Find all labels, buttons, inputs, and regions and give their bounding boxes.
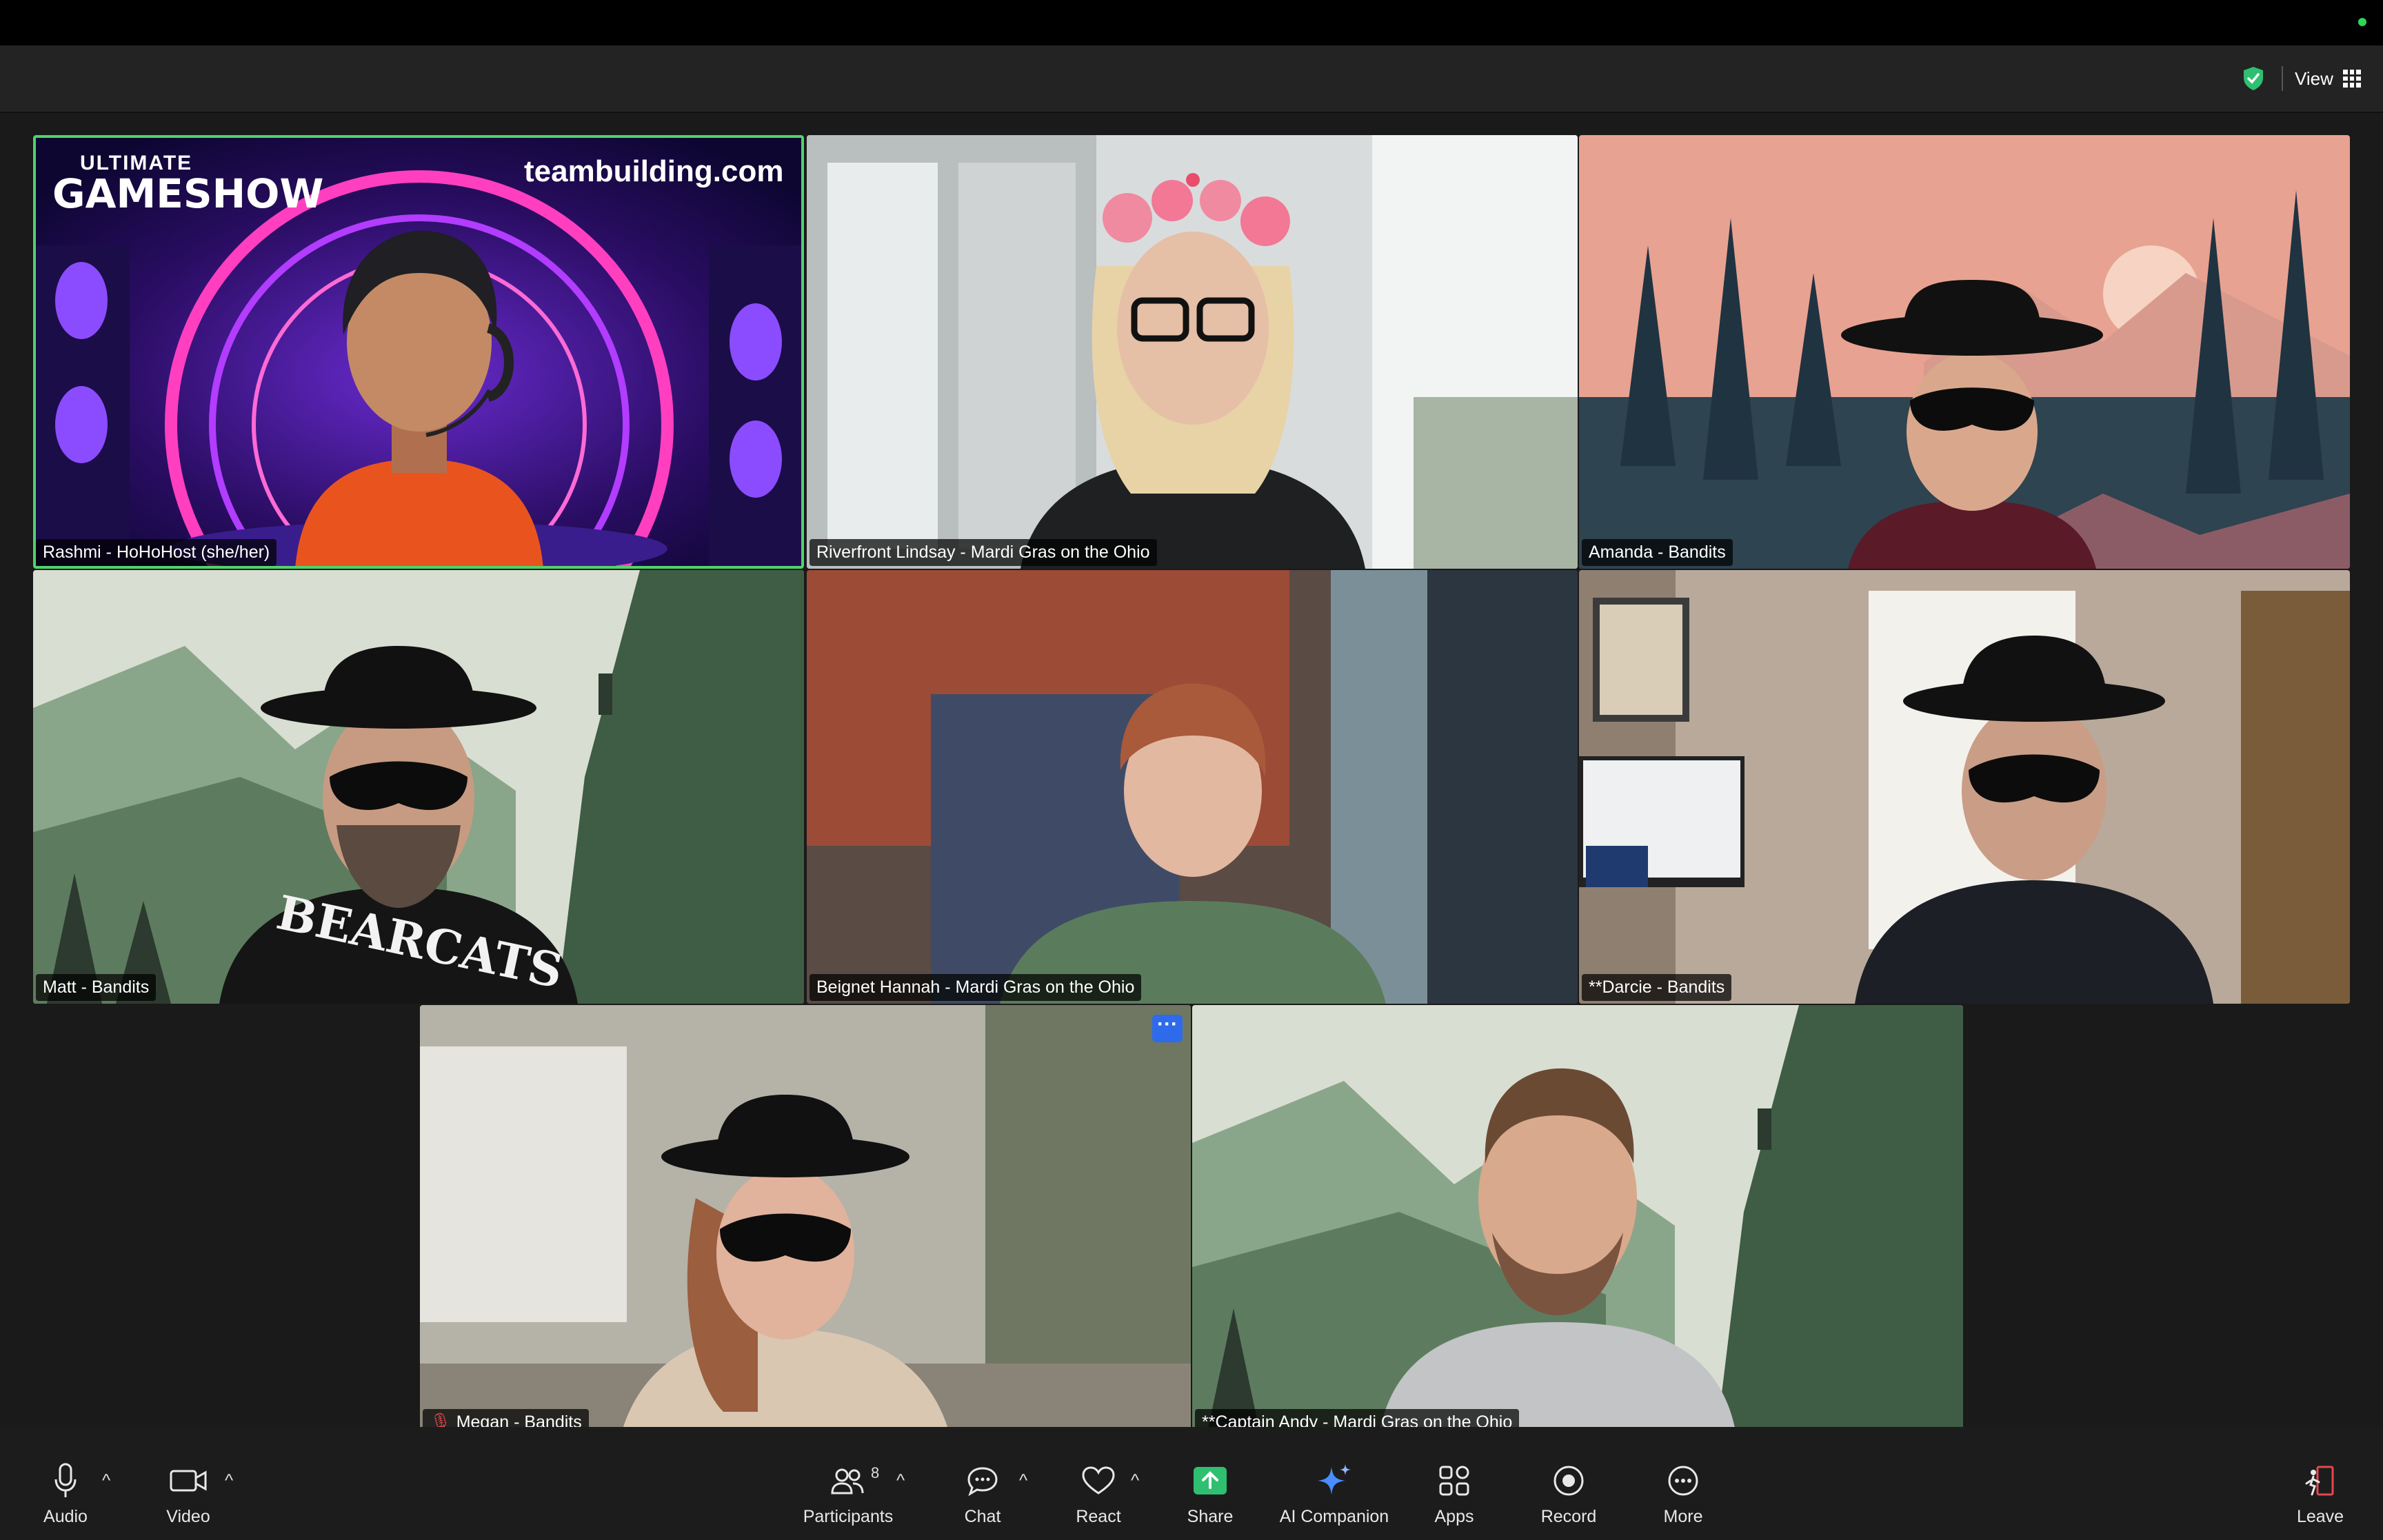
record-label: Record — [1540, 1507, 1597, 1526]
participant-figure — [620, 1095, 951, 1439]
view-button[interactable]: View — [2295, 63, 2361, 94]
microphone-icon — [54, 1463, 77, 1497]
participant-name-tag: Rashmi - HoHoHost (she/her) — [36, 539, 277, 566]
sparkle-icon — [1318, 1464, 1351, 1495]
chat-options-caret[interactable]: ^ — [1019, 1470, 1027, 1491]
share-button[interactable]: Share — [1179, 1460, 1241, 1527]
leave-door-icon — [2305, 1466, 2334, 1496]
share-label: Share — [1187, 1507, 1234, 1526]
chat-bubble-icon — [967, 1467, 998, 1496]
participants-count: 8 — [871, 1464, 880, 1481]
participant-name-tag: Matt - Bandits — [36, 974, 157, 1001]
video-label: Video — [166, 1507, 210, 1526]
video-tile-lindsay[interactable]: Riverfront Lindsay - Mardi Gras on the O… — [807, 135, 1578, 569]
video-camera-icon — [170, 1470, 207, 1492]
participants-label: Participants — [803, 1507, 894, 1526]
react-label: React — [1076, 1507, 1121, 1526]
leave-button[interactable]: Leave — [2289, 1460, 2351, 1527]
view-label: View — [2295, 68, 2333, 89]
apps-icon — [1439, 1466, 1469, 1496]
participant-figure — [1855, 636, 2213, 1004]
participant-name-tag: **Darcie - Bandits — [1582, 974, 1732, 1001]
audio-button[interactable]: Audio — [34, 1460, 97, 1527]
status-dot — [2358, 18, 2366, 26]
participant-figure — [1000, 683, 1386, 1004]
participant-figure — [1841, 280, 2103, 569]
video-tile-amanda[interactable]: Amanda - Bandits — [1579, 135, 2350, 569]
participant-name-tag: Beignet Hannah - Mardi Gras on the Ohio — [810, 974, 1142, 1001]
video-tile-megan[interactable]: ··· 🎙 Megan - Bandits — [420, 1005, 1191, 1439]
ai-companion-label: AI Companion — [1279, 1507, 1389, 1526]
apps-button[interactable]: Apps — [1423, 1460, 1485, 1527]
participants-button[interactable]: 8 Participants — [800, 1460, 896, 1527]
react-button[interactable]: React — [1067, 1460, 1129, 1527]
video-tile-matt[interactable]: BEARCATS Matt - Bandits — [33, 570, 804, 1004]
participants-options-caret[interactable]: ^ — [896, 1470, 905, 1491]
gallery-grid-icon — [2342, 70, 2361, 88]
video-button[interactable]: Video — [157, 1460, 219, 1527]
audio-label: Audio — [43, 1507, 88, 1526]
video-tile-rashmi[interactable]: ULTIMATE GAMESHOW teambuilding.com Rashm… — [33, 135, 804, 569]
video-tile-captain-andy[interactable]: **Captain Andy - Mardi Gras on the Ohio — [1192, 1005, 1963, 1439]
video-tile-darcie[interactable]: **Darcie - Bandits — [1579, 570, 2350, 1004]
more-label: More — [1663, 1507, 1703, 1526]
header-divider — [2282, 66, 2283, 91]
leave-label: Leave — [2296, 1507, 2344, 1526]
chat-button[interactable]: Chat — [952, 1460, 1014, 1527]
teambuilding-logo: teambuilding.com — [524, 154, 784, 188]
participant-name-tag: Amanda - Bandits — [1582, 539, 1733, 566]
system-top-bar — [0, 0, 2383, 45]
record-icon — [1554, 1466, 1584, 1496]
record-button[interactable]: Record — [1538, 1460, 1600, 1527]
participant-figure — [1020, 173, 1365, 569]
participant-figure — [1378, 1068, 1737, 1439]
chat-label: Chat — [964, 1507, 1001, 1526]
share-screen-icon — [1194, 1467, 1227, 1495]
audio-options-caret[interactable]: ^ — [102, 1470, 110, 1491]
video-tile-hannah[interactable]: Beignet Hannah - Mardi Gras on the Ohio — [807, 570, 1578, 1004]
more-dots-icon — [1668, 1466, 1698, 1496]
react-options-caret[interactable]: ^ — [1131, 1470, 1139, 1491]
ai-companion-button[interactable]: AI Companion — [1276, 1460, 1393, 1527]
encryption-shield-icon[interactable] — [2240, 65, 2267, 92]
apps-label: Apps — [1434, 1507, 1474, 1526]
more-button[interactable]: More — [1652, 1460, 1714, 1527]
participants-icon — [831, 1468, 864, 1495]
tile-more-options-button[interactable]: ··· — [1152, 1014, 1183, 1042]
participant-name-tag: Riverfront Lindsay - Mardi Gras on the O… — [810, 539, 1157, 566]
meeting-header — [0, 45, 2383, 113]
participant-figure — [295, 230, 543, 569]
video-options-caret[interactable]: ^ — [225, 1470, 233, 1491]
heart-icon — [1082, 1466, 1115, 1495]
